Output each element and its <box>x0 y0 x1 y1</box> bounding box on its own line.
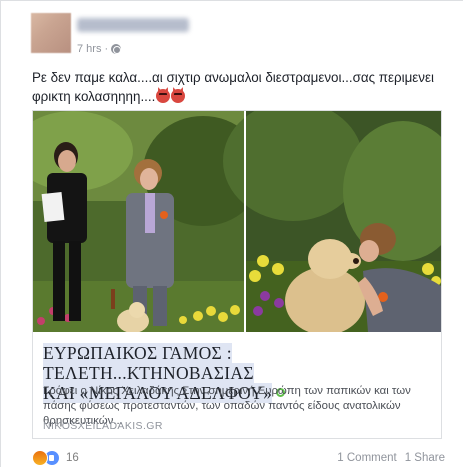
globe-icon[interactable] <box>111 44 122 54</box>
wedding-photo <box>33 111 441 332</box>
reaction-summary[interactable]: 16 <box>32 450 79 466</box>
post-text-line2: φρικτη κολασηηηη.... <box>32 89 156 104</box>
post-text-line1: Ρε δεν παμε καλα....αι σιχτιρ ανωμαλοι δ… <box>32 70 434 85</box>
post-meta: 7 hrs · <box>77 43 122 55</box>
link-preview-image[interactable] <box>33 111 441 332</box>
angry-devil-icon <box>171 89 186 103</box>
post-text: Ρε δεν παμε καλα....αι σιχτιρ ανωμαλοι δ… <box>32 68 442 106</box>
angry-reaction-icon <box>32 450 48 466</box>
link-domain: NIKOSXEILADAKIS.GR <box>43 420 163 432</box>
author-name-blurred[interactable] <box>77 18 189 32</box>
post-stats: 1 Comment 1 Share <box>337 452 445 464</box>
angry-devil-icon <box>156 89 171 103</box>
share-count-link[interactable]: 1 Share <box>405 452 445 464</box>
post-timestamp[interactable]: 7 hrs <box>77 43 101 55</box>
post-card: 7 hrs · Ρε δεν παμε καλα....αι σιχτιρ αν… <box>0 0 463 467</box>
comment-count-link[interactable]: 1 Comment <box>337 452 396 464</box>
meta-separator: · <box>104 43 109 55</box>
reaction-count[interactable]: 16 <box>66 452 79 464</box>
link-title-line1[interactable]: ΕΥΡΩΠΑΙΚΟΣ ΓΑΜΟΣ : ΤΕΛΕΤΗ...ΚΤΗΝΟΒΑΣΙΑΣ <box>43 343 254 383</box>
link-preview-card[interactable]: ΕΥΡΩΠΑΙΚΟΣ ΓΑΜΟΣ : ΤΕΛΕΤΗ...ΚΤΗΝΟΒΑΣΙΑΣ … <box>32 110 442 439</box>
author-avatar[interactable] <box>31 13 71 53</box>
